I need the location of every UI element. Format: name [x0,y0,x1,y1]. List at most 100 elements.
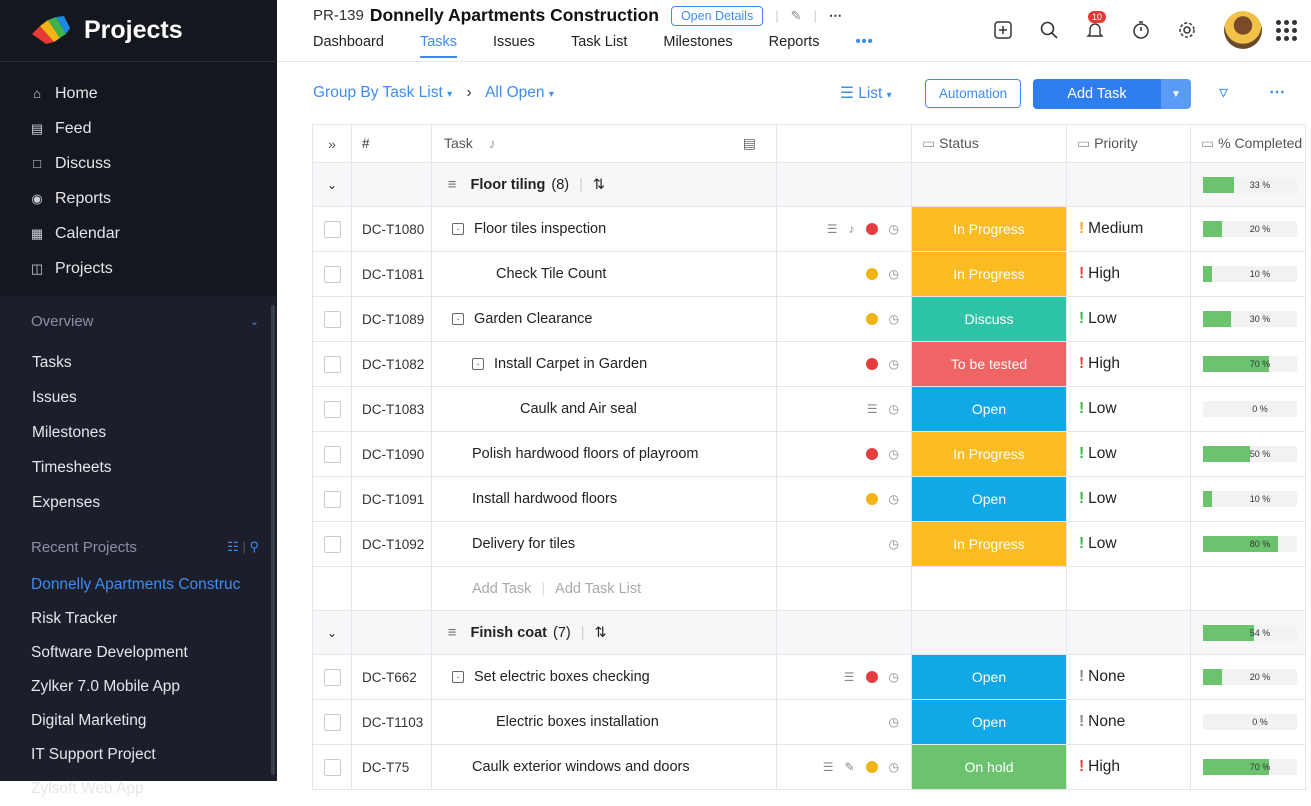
status-badge[interactable]: To be tested [912,342,1066,386]
timer-icon[interactable]: ◷ [889,715,899,729]
expand-subtask-icon[interactable]: - [452,313,464,325]
comment-icon[interactable]: ☰ [844,670,855,684]
task-name[interactable]: Caulk exterior windows and doors [472,759,690,775]
user-avatar[interactable] [1224,11,1262,49]
status-badge[interactable]: In Progress [912,252,1066,296]
priority-cell[interactable]: ! None [1067,713,1190,731]
group-by-dropdown[interactable]: Group By Task List ▾ [313,84,452,101]
nav-item-projects[interactable]: ◫ Projects [0,251,277,286]
table-row[interactable]: DC-T1080 - Floor tiles inspection ☰ ♪ ◷ In … [312,206,1306,252]
priority-cell[interactable]: ! High [1067,758,1190,776]
tab-tasks[interactable]: Tasks [419,34,458,58]
status-badge[interactable]: Discuss [912,297,1066,341]
notification-bell-icon[interactable]: 10 [1072,10,1118,50]
tab-task-list[interactable]: Task List [571,34,627,58]
expand-subtask-icon[interactable]: - [452,671,464,683]
task-list-name[interactable]: Finish coat [470,625,547,641]
task-list-name[interactable]: Floor tiling [470,177,545,193]
view-dropdown[interactable]: ☰ List ▾ [840,84,892,103]
row-checkbox[interactable] [323,535,341,553]
timer-icon[interactable]: ◷ [889,537,899,551]
row-checkbox[interactable] [323,400,341,418]
nav-item-discuss[interactable]: □ Discuss [0,146,277,181]
status-badge[interactable]: On hold [912,745,1066,789]
more-options-icon[interactable]: ⋯ [829,8,842,24]
row-checkbox[interactable] [323,758,341,776]
table-row[interactable]: DC-T1091 Install hardwood floors ◷ Open … [312,476,1306,522]
nav-item-calendar[interactable]: ▦ Calendar [0,216,277,251]
table-row[interactable]: DC-T1082 - Install Carpet in Garden ◷ To … [312,341,1306,387]
row-checkbox[interactable] [323,310,341,328]
timer-icon[interactable]: ◷ [889,267,899,281]
status-badge[interactable]: Open [912,477,1066,521]
table-row[interactable]: DC-T1103 Electric boxes installation ◷ O… [312,699,1306,745]
tab-issues[interactable]: Issues [493,34,535,58]
filter-dropdown[interactable]: All Open ▾ [485,84,554,101]
overview-link-milestones[interactable]: Milestones [0,415,277,450]
status-badge[interactable]: In Progress [912,522,1066,566]
priority-cell[interactable]: ! High [1067,355,1190,373]
timer-icon[interactable]: ◷ [889,492,899,506]
timer-icon[interactable]: ◷ [889,402,899,416]
sidebar-scrollbar[interactable] [271,305,275,775]
column-settings-icon[interactable]: ▤ [743,135,756,152]
task-name[interactable]: Electric boxes installation [496,714,659,730]
filter-icon[interactable]: ▿ [1219,82,1228,103]
chevron-down-icon[interactable]: ⌄ [250,315,259,328]
task-name[interactable]: Install Carpet in Garden [494,356,647,372]
nav-item-feed[interactable]: ▤ Feed [0,111,277,146]
task-name[interactable]: Set electric boxes checking [474,669,650,685]
table-row[interactable]: DC-T1092 Delivery for tiles ◷ In Progres… [312,521,1306,567]
column-complete[interactable]: ▭ % Completed [1190,124,1306,163]
task-id[interactable]: DC-T1081 [351,251,432,297]
priority-cell[interactable]: ! High [1067,265,1190,283]
task-id[interactable]: DC-T1091 [351,476,432,522]
timer-icon[interactable]: ◷ [889,312,899,326]
add-task-link[interactable]: Add Task [472,581,531,597]
row-checkbox[interactable] [323,668,341,686]
add-task-dropdown-icon[interactable]: ▼ [1161,79,1191,109]
table-row[interactable]: DC-T1081 Check Tile Count ◷ In Progress … [312,251,1306,297]
nav-item-reports[interactable]: ◉ Reports [0,181,277,216]
tabs-more-icon[interactable]: ••• [855,34,873,58]
collapse-all-icon[interactable]: » [312,124,352,163]
row-checkbox[interactable] [323,490,341,508]
timer-icon[interactable]: ◷ [889,670,899,684]
overview-link-tasks[interactable]: Tasks [0,345,277,380]
add-task-button[interactable]: Add Task [1033,79,1161,109]
sort-icon[interactable]: ⇅ [593,177,605,193]
task-id[interactable]: DC-T1103 [351,699,432,745]
column-status[interactable]: ▭ Status [911,124,1067,163]
task-id[interactable]: DC-T75 [351,744,432,790]
task-name[interactable]: Floor tiles inspection [474,221,606,237]
tag-icon[interactable]: ✎ [844,760,854,774]
task-name[interactable]: Caulk and Air seal [520,401,637,417]
overview-link-timesheets[interactable]: Timesheets [0,450,277,485]
edit-icon[interactable]: ✎ [791,8,802,24]
expand-subtask-icon[interactable]: - [472,358,484,370]
automation-button[interactable]: Automation [925,79,1021,108]
row-checkbox[interactable] [323,220,341,238]
task-id[interactable]: DC-T662 [351,654,432,700]
comment-icon[interactable]: ☰ [827,222,838,236]
search-icon[interactable] [1026,10,1072,50]
priority-cell[interactable]: ! Medium [1067,220,1190,238]
open-details-button[interactable]: Open Details [670,5,764,26]
settings-sliders-icon[interactable]: ☷ [227,539,239,554]
more-options-icon[interactable]: ⋯ [1269,82,1285,102]
row-checkbox[interactable] [323,355,341,373]
recent-project-item[interactable]: Digital Marketing [0,704,277,738]
priority-cell[interactable]: ! Low [1067,310,1190,328]
timer-icon[interactable]: ◷ [889,447,899,461]
recent-project-item[interactable]: Software Development [0,636,277,670]
task-id[interactable]: DC-T1082 [351,341,432,387]
tab-dashboard[interactable]: Dashboard [313,34,384,58]
tab-milestones[interactable]: Milestones [663,34,732,58]
priority-cell[interactable]: ! None [1067,668,1190,686]
collapse-group-icon[interactable]: ⌄ [312,162,352,207]
column-priority[interactable]: ▭ Priority [1066,124,1191,163]
task-name[interactable]: Delivery for tiles [472,536,575,552]
task-id[interactable]: DC-T1089 [351,296,432,342]
task-name[interactable]: Garden Clearance [474,311,593,327]
status-badge[interactable]: In Progress [912,432,1066,476]
